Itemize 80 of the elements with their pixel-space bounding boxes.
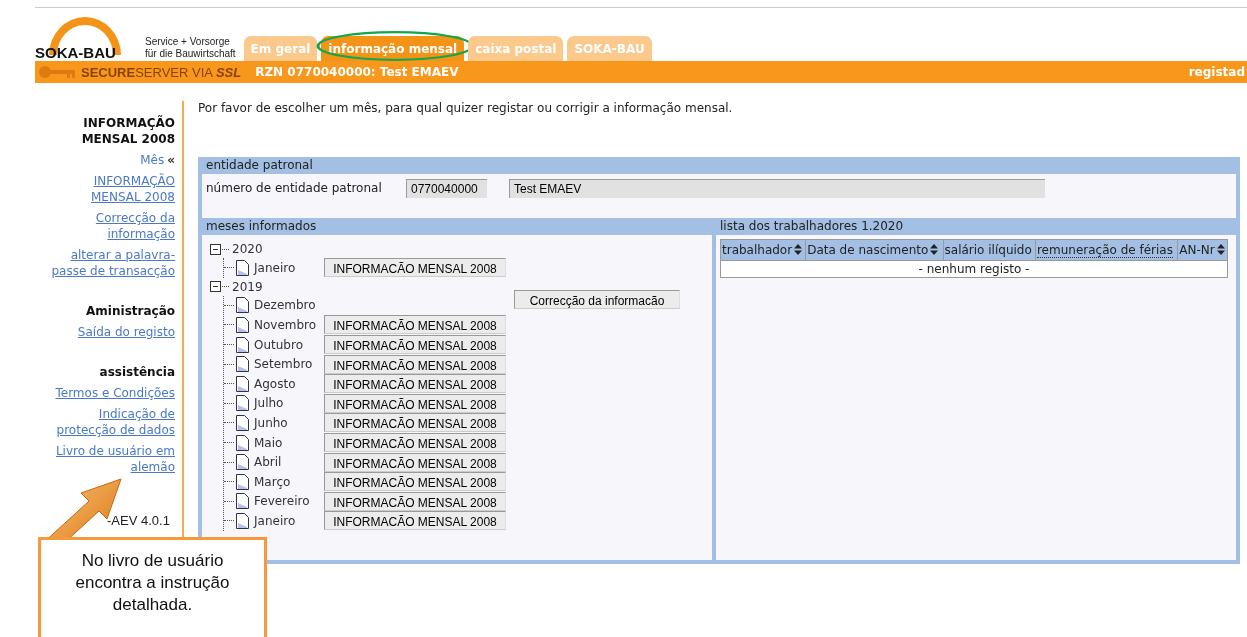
collapse-icon[interactable] [210,281,221,293]
key-icon [37,64,77,80]
month-node[interactable]: Janeiro [254,513,324,528]
column-header[interactable]: salário ilíquido [943,239,1036,261]
section-heading: meses informados [202,218,712,235]
sidebar-heading: INFORMAÇÃO MENSAL 2008 [80,115,175,147]
month-node[interactable]: Maio [254,435,324,450]
month-node[interactable]: Janeiro [254,260,324,275]
document-icon [236,473,249,490]
field-label: número de entidade patronal [206,181,383,195]
employer-name-field[interactable]: Test EMAEV [509,178,1045,198]
document-icon [236,493,249,510]
column-header[interactable]: remuneração de férias [1035,239,1178,261]
month-node[interactable]: Abril [254,455,324,470]
column-header[interactable]: Data de nascimento [805,239,944,261]
document-icon [236,395,249,412]
sort-icon [794,244,803,255]
collapse-icon[interactable] [210,243,221,255]
document-icon [236,512,249,529]
report-button[interactable]: INFORMACÃO MENSAL 2008 [324,433,506,453]
document-icon [236,414,249,431]
report-button[interactable]: INFORMACÃO MENSAL 2008 [324,335,506,355]
document-icon [236,297,249,314]
version-text: -AEV 4.0.1 [107,513,170,528]
intro-text: Por favor de escolher um mês, para qual quizer registar ou corrigir a informação mensal. [198,101,734,117]
correction-button[interactable]: Correcção da informacão [514,289,680,309]
callout-note: No livro de usuário encontra a instrução detalhada. [38,537,267,637]
report-button[interactable]: INFORMACÃO MENSAL 2008 [324,354,506,374]
report-button[interactable]: INFORMACÃO MENSAL 2008 [324,393,506,413]
sidebar-link[interactable]: Correcção da informação [47,210,175,242]
document-icon [236,434,249,451]
report-button[interactable]: INFORMACÃO MENSAL 2008 [324,374,506,394]
employer-number-field[interactable]: 0770040000 [406,178,487,198]
sidebar-link[interactable]: Saída do registo [77,324,175,340]
logo-text: SOKA-BAU [35,45,116,61]
month-node[interactable]: Outubro [254,337,324,352]
section-heading: lista dos trabalhadores 1.2020 [716,218,1236,235]
report-button[interactable]: INFORMACÃO MENSAL 2008 [324,258,506,278]
report-button[interactable]: INFORMACÃO MENSAL 2008 [324,315,506,335]
report-button[interactable]: INFORMACÃO MENSAL 2008 [324,491,506,511]
sidebar-link[interactable]: alterar a palavra-passe de transacção [47,247,175,279]
month-node[interactable]: Julho [254,396,324,411]
document-icon [236,259,249,276]
document-icon [236,336,249,353]
month-node[interactable]: Dezembro [254,298,324,313]
sidebar-link[interactable]: Termos e Condições [55,385,175,401]
year-node[interactable]: 2019 [232,279,263,294]
document-icon [236,375,249,392]
report-button[interactable]: INFORMACÃO MENSAL 2008 [324,472,506,492]
document-icon [236,356,249,373]
account-text: RZN 0770040000: Test EMAEV [255,65,460,79]
document-icon [236,317,249,333]
secure-server-text: SECURESERVER VIA SSL [81,64,242,80]
status-text: registad [1188,65,1245,79]
sort-icon [930,244,939,255]
column-header[interactable]: trabalhador [720,239,806,261]
year-node[interactable]: 2020 [232,242,263,256]
month-node[interactable]: Novembro [254,318,324,332]
tagline-text: für die Bauwirtschaft [145,48,236,60]
sidebar-item[interactable]: Mês [140,153,165,167]
sidebar-link[interactable]: Indicação de protecção de dados [47,406,175,438]
report-button[interactable]: INFORMACÃO MENSAL 2008 [324,413,506,433]
month-node[interactable]: Junho [254,415,324,430]
month-node[interactable]: Agosto [254,376,324,391]
report-button[interactable]: INFORMACÃO MENSAL 2008 [324,511,506,531]
section-heading: entidade patronal [202,157,1236,174]
document-icon [236,454,249,471]
month-node[interactable]: Fevereiro [254,494,324,509]
sort-icon [1216,244,1225,255]
column-header[interactable]: AN-Nr [1177,239,1228,261]
month-node[interactable]: Março [254,474,324,489]
current-marker: « [167,153,175,167]
sidebar-heading: assistência [98,364,175,380]
sidebar-link[interactable]: Livro de usuário em alemão [47,443,175,475]
empty-table-message: - nenhum registo - [720,260,1228,278]
report-button[interactable]: INFORMACÃO MENSAL 2008 [324,452,506,472]
sidebar-link[interactable]: INFORMAÇÃO MENSAL 2008 [47,173,175,205]
sidebar-heading: Aministração [85,303,175,319]
month-node[interactable]: Setembro [254,357,324,372]
tagline-text: Service + Vorsorge [145,36,231,48]
